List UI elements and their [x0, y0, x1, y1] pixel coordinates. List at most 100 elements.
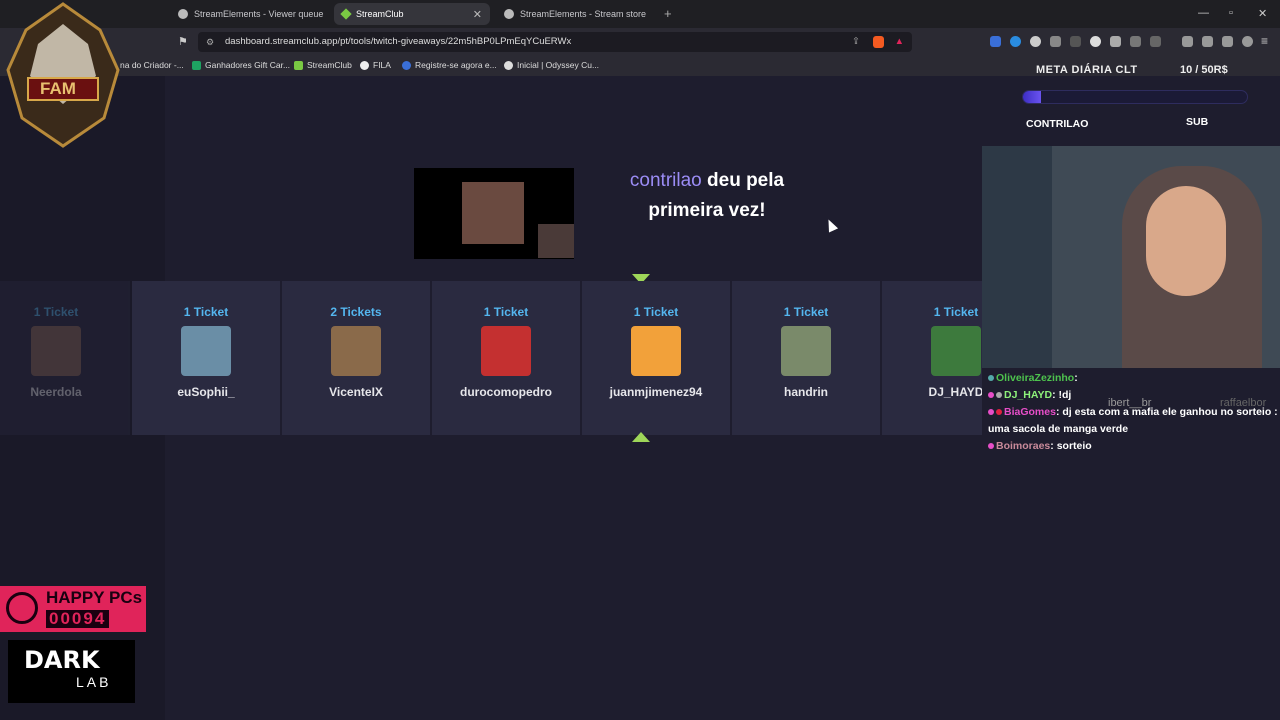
chat-overlay: OliveiraZezinho: ibert__br raffaelbor DJ…	[982, 370, 1280, 480]
tab-bar: StreamElements - Viewer queue StreamClub…	[0, 0, 1280, 28]
puzzle-icon[interactable]	[1130, 36, 1141, 47]
bookmark-label: Registre-se agora e...	[415, 60, 497, 70]
bookmark-item[interactable]: FILA	[360, 60, 391, 70]
google-icon[interactable]	[1090, 36, 1101, 47]
register-icon	[402, 60, 411, 70]
avatar	[481, 326, 531, 376]
daily-goal-widget: META DIÁRIA CLT 10 / 50R$ CONTRILAO SUB	[982, 56, 1280, 146]
username: VicenteIX	[329, 385, 383, 399]
url-field[interactable]: ⚙ dashboard.streamclub.app/pt/tools/twit…	[198, 32, 912, 52]
entry-card: 1 Ticket euSophii_	[132, 281, 280, 435]
address-bar: ⚑ ⚙ dashboard.streamclub.app/pt/tools/tw…	[0, 28, 1280, 56]
sidebar-icon[interactable]	[1182, 36, 1193, 47]
share-icon[interactable]: ⇪	[852, 32, 860, 52]
bookmark-item[interactable]: Registre-se agora e...	[402, 60, 497, 70]
streamclub-icon	[294, 60, 303, 70]
streamelements-icon	[178, 9, 188, 19]
username: DJ_HAYD	[928, 385, 982, 399]
avatar	[181, 326, 231, 376]
username: Neerdola	[30, 385, 82, 399]
extension-icon[interactable]	[1030, 36, 1041, 47]
ticket-count: 1 Ticket	[483, 305, 529, 319]
entries-carousel: 1 Ticket Neerdola 1 Ticket euSophii_ 2 T…	[0, 281, 982, 436]
bookmark-item[interactable]: Inicial | Odyssey Cu...	[504, 60, 599, 70]
winner-image	[462, 182, 524, 244]
goal-type: SUB	[1186, 116, 1209, 128]
tab-streamclub[interactable]: StreamClub ✕	[334, 3, 490, 25]
avatar	[631, 326, 681, 376]
username: euSophii_	[177, 385, 235, 399]
winner-msg-2: primeira vez!	[648, 200, 766, 221]
chat-text: !dj	[1058, 389, 1072, 401]
bookmark-label: StreamClub	[307, 60, 352, 70]
brave-rewards-icon[interactable]: ▲	[895, 32, 904, 52]
brave-shield-icon[interactable]	[873, 36, 884, 48]
minimize-button[interactable]: —	[1198, 7, 1209, 19]
entry-card: 1 Ticket Neerdola	[0, 281, 130, 435]
happy-pcs-number: 00094	[46, 610, 110, 628]
streamelements-icon	[504, 9, 514, 19]
close-window-button[interactable]: ✕	[1258, 7, 1267, 20]
bookmark-item[interactable]: Ganhadores Gift Car...	[192, 60, 290, 70]
entry-card: 2 Tickets VicenteIX	[282, 281, 430, 435]
winner-announcement: contrilao deu pela primeira vez!	[600, 166, 814, 226]
ticket-count: 1 Ticket	[783, 305, 829, 319]
fila-icon	[360, 60, 369, 70]
site-info-icon[interactable]: ⚙	[206, 32, 214, 52]
menu-icon[interactable]: ≡	[1261, 34, 1268, 48]
extension-icon[interactable]	[1110, 36, 1121, 47]
entry-card: 1 Ticket DJ_HAYD	[882, 281, 982, 435]
goal-last-contributor: CONTRILAO	[1026, 118, 1089, 130]
tab-label: StreamElements - Viewer queue	[194, 9, 324, 19]
badge-icon	[996, 392, 1002, 399]
happy-pcs-text: HAPPY PCs	[46, 588, 143, 607]
extension-icon[interactable]	[990, 36, 1001, 47]
ticket-count: 1 Ticket	[33, 305, 79, 319]
bookmark-icon[interactable]: ⚑	[178, 35, 188, 48]
bookmark-item[interactable]: na do Criador -...	[120, 60, 184, 70]
avatar	[931, 326, 981, 376]
ticket-count: 1 Ticket	[933, 305, 979, 319]
leo-icon[interactable]	[1222, 36, 1233, 47]
avatar	[31, 326, 81, 376]
entry-card: 1 Ticket durocomopedro	[432, 281, 580, 435]
odyssey-icon	[504, 60, 513, 70]
tab-viewer-queue[interactable]: StreamElements - Viewer queue	[170, 3, 330, 25]
tab-stream-store[interactable]: StreamElements - Stream store	[496, 3, 656, 25]
fam-text: FAM	[40, 79, 76, 98]
tab-label: StreamClub	[356, 9, 404, 19]
extension-icon[interactable]	[1070, 36, 1081, 47]
chat-user: BiaGomes	[1004, 406, 1056, 418]
extension-icon[interactable]	[1010, 36, 1021, 47]
username: durocomopedro	[460, 385, 552, 399]
entry-card-selected: 1 Ticket juanmjimenez94	[582, 281, 730, 435]
extension-icon[interactable]	[1150, 36, 1161, 47]
bookmark-item[interactable]: StreamClub	[294, 60, 352, 70]
chat-ghost-text: ibert__br	[1108, 397, 1152, 409]
badge-icon	[988, 443, 994, 450]
fam-logo: FAM	[0, 0, 126, 150]
bookmark-label: Ganhadores Gift Car...	[205, 60, 291, 70]
wallet-icon[interactable]	[1202, 36, 1213, 47]
ticket-count: 2 Tickets	[330, 305, 382, 319]
sheets-icon	[192, 60, 201, 70]
vpn-icon[interactable]	[1242, 36, 1253, 47]
new-tab-button[interactable]: +	[664, 6, 672, 21]
happy-pcs-logo: HAPPY PCs 00094	[0, 586, 146, 632]
chat-user: Boimoraes	[996, 440, 1051, 452]
bookmark-label: FILA	[373, 60, 391, 70]
bookmark-label: na do Criador -...	[120, 60, 184, 70]
extension-icon[interactable]	[1050, 36, 1061, 47]
chat-user: OliveiraZezinho	[996, 372, 1075, 384]
dark-text: DARK	[24, 646, 100, 674]
chat-message: Boimoraes: sorteio	[988, 438, 1280, 455]
winner-name: contrilao	[629, 170, 702, 191]
url-text: dashboard.streamclub.app/pt/tools/twitch…	[225, 36, 572, 47]
chat-text: sorteio	[1056, 440, 1092, 452]
selector-arrow-bottom	[632, 432, 650, 442]
restore-button[interactable]: ▫	[1229, 7, 1233, 19]
close-tab-icon[interactable]: ✕	[473, 8, 482, 21]
tab-label: StreamElements - Stream store	[520, 9, 647, 19]
badge-icon	[988, 409, 994, 416]
badge-icon	[988, 375, 994, 382]
